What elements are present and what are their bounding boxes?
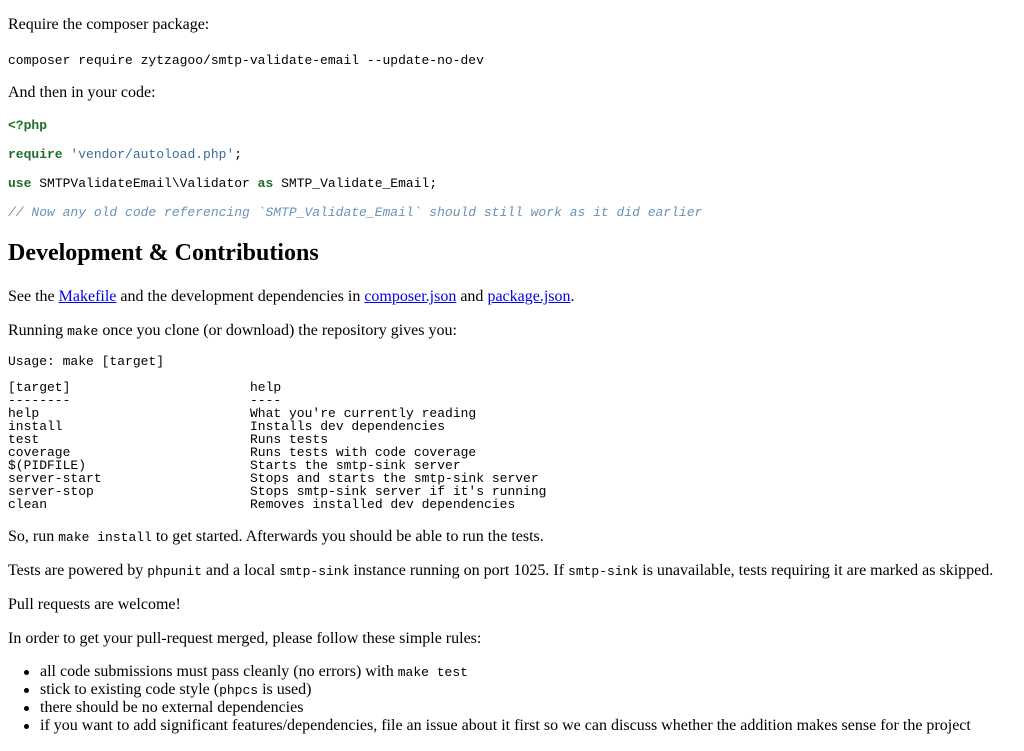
phpcs-code: phpcs [219,683,259,698]
make-install-paragraph: So, run make install to get started. Aft… [8,528,544,546]
make-targets-table: [target] help -------- ---- help What yo… [8,381,608,511]
and-text: and [456,288,488,305]
rules-list: all code submissions must pass cleanly (… [0,663,971,735]
tests-c-text: instance running on port 1025. If [349,562,569,579]
period-text: . [570,288,575,305]
pull-requests-welcome: Pull requests are welcome! [8,596,181,613]
php-open-tag: <?php [8,118,48,133]
tests-paragraph: Tests are powered by phpunit and a local… [8,562,993,580]
list-item: if you want to add significant features/… [0,717,971,735]
make-install-code: make install [58,530,152,545]
require-path-string: 'vendor/autoload.php' [70,147,235,162]
list-item: stick to existing code style (phpcs is u… [0,681,971,699]
see-makefile-paragraph: See the Makefile and the development dep… [8,288,575,306]
so-run-text: So, run [8,528,59,545]
require-keyword: require [8,147,63,162]
rule-text-end: is used) [258,681,312,698]
table-header-row: [target] help [8,381,608,394]
running-text: Running [8,322,68,339]
rule-text: there should be no external dependencies [40,699,304,716]
tests-d-text: is unavailable, tests requiring it are m… [638,562,994,579]
use-keyword: use [8,176,32,191]
tests-b-text: and a local [201,562,280,579]
code-comment: // Now any old code referencing `SMTP_Va… [8,205,703,220]
use-class: SMTPValidateEmail\Validator [39,176,250,191]
section-heading: Development & Contributions [8,240,319,266]
as-keyword: as [257,176,274,191]
rule-text: stick to existing code style ( [40,681,220,698]
composer-command: composer require zytzagoo/smtp-validate-… [8,53,484,68]
makefile-link[interactable]: Makefile [59,288,117,305]
bullet-icon [24,706,29,711]
require-package-text: Require the composer package: [8,16,210,33]
running-rest-text: once you clone (or download) the reposit… [98,322,457,339]
require-semicolon: ; [234,147,243,162]
bullet-icon [24,688,29,693]
rule-text: all code submissions must pass cleanly (… [40,663,398,680]
see-the-text: See the [8,288,59,305]
smtp-sink-code-2: smtp-sink [568,564,639,579]
composer-json-link[interactable]: composer.json [364,288,456,305]
require-line: require 'vendor/autoload.php'; [8,147,242,162]
so-rest-text: to get started. Afterwards you should be… [151,528,544,545]
running-make-paragraph: Running make once you clone (or download… [8,322,457,340]
code-intro-text: And then in your code: [8,84,156,101]
rules-intro: In order to get your pull-request merged… [8,630,482,647]
rule-text: if you want to add significant features/… [40,717,971,734]
usage-line: Usage: make [target] [8,354,165,369]
row-help: Removes installed dev dependencies [250,497,516,512]
smtp-sink-code: smtp-sink [279,564,350,579]
bullet-icon [24,670,29,675]
package-json-link[interactable]: package.json [487,288,570,305]
table-row: clean Removes installed dev dependencies [8,498,608,511]
list-item: there should be no external dependencies [0,699,971,717]
tests-a-text: Tests are powered by [8,562,148,579]
use-alias: SMTP_Validate_Email; [281,176,438,191]
list-item: all code submissions must pass cleanly (… [0,663,971,681]
deps-in-text: and the development dependencies in [116,288,365,305]
bullet-icon [24,724,29,729]
row-target: clean [8,497,48,512]
make-test-code: make test [397,665,468,680]
use-line: use SMTPValidateEmail\Validator as SMTP_… [8,176,437,191]
phpunit-code: phpunit [147,564,202,579]
make-code: make [67,324,99,339]
